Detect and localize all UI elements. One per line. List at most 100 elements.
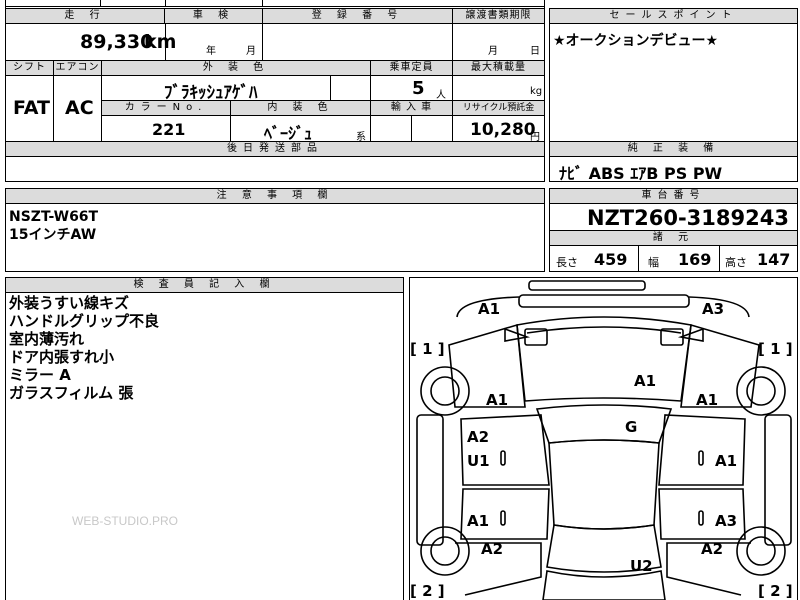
notes-line-1: NSZT-W66T — [9, 209, 99, 225]
right-front-door — [658, 414, 746, 486]
inspection-month-unit: 月 — [246, 46, 256, 57]
sales-point-header: セールスポイント — [549, 8, 798, 24]
inspector-notes-header: 検 査 員 記 入 欄 — [5, 277, 404, 293]
divider — [411, 116, 412, 142]
chassis-header: 車台番号 — [549, 188, 798, 204]
transfer-deadline-header: 譲渡書類期限 — [452, 8, 545, 24]
inspector-note-item: ドア内張すれ小 — [9, 348, 115, 366]
inspector-notes-list: 外装うすい線キズ ハンドルグリップ不良 室内薄汚れ ドア内張すれ小 ミラー A … — [9, 294, 159, 402]
wheel-rear-left-inner — [430, 536, 460, 566]
divider — [452, 24, 453, 60]
right-side-strip — [764, 414, 792, 546]
inspector-note-item: ハンドルグリップ不良 — [9, 312, 160, 330]
later-parts-header: 後日発送部品 — [5, 141, 545, 157]
mileage-value: 89,330 — [80, 31, 154, 53]
inspection-year-unit: 年 — [206, 46, 216, 57]
divider — [638, 246, 639, 272]
diagram-label-front-left-corner: A1 — [478, 300, 501, 318]
top-fragment-line — [5, 6, 545, 7]
diagram-label-front-right-bracket: [ 1 ] — [758, 340, 793, 358]
mileage-unit: km — [144, 31, 177, 53]
divider — [53, 76, 54, 142]
wheel-front-left — [420, 366, 470, 416]
specs-header: 諸 元 — [549, 230, 798, 246]
diagram-label-rear-left-bracket: [ 2 ] — [410, 582, 445, 600]
recycle-header: リサイクル預託金 — [452, 100, 545, 116]
transfer-month-unit: 月 — [488, 46, 498, 57]
diagram-label-rear-right-bracket: [ 2 ] — [758, 582, 793, 600]
inspector-note-item: 外装うすい線キズ — [9, 294, 130, 312]
notes-header: 注 意 事 項 欄 — [5, 188, 545, 204]
diagram-label-windshield: G — [625, 418, 638, 436]
recycle-fee-value: 10,280 — [470, 120, 536, 140]
front-bumper-top — [528, 280, 646, 291]
diagram-label-right-rear-fender: A2 — [701, 540, 724, 558]
sales-point-text: ★オークションデビュー★ — [553, 33, 719, 49]
divider — [330, 76, 331, 100]
divider — [262, 24, 263, 60]
wheel-front-right-inner — [746, 376, 776, 406]
diagram-label-left-rear-door: A1 — [467, 512, 490, 530]
diagram-label-right-rear-door: A3 — [715, 512, 738, 530]
max-load-header: 最大積載量 — [452, 60, 545, 76]
height-value: 147 — [757, 250, 791, 269]
diagram-label-trunk: U2 — [630, 557, 653, 575]
shift-value: FAT — [13, 97, 50, 119]
capacity-header: 乗車定員 — [370, 60, 453, 76]
notes-line-2: 15インチAW — [9, 227, 97, 243]
capacity-unit: 人 — [436, 90, 446, 101]
length-value: 459 — [594, 250, 628, 269]
color-no-value: 221 — [152, 120, 186, 139]
exterior-color-header: 外 装 色 — [101, 60, 371, 76]
roof — [548, 439, 660, 530]
diagram-label-left-front-door-1: A2 — [467, 428, 490, 446]
watermark: WEB-STUDIO.PRO — [72, 514, 179, 528]
diagram-label-left-rear-fender: A2 — [481, 540, 504, 558]
right-rear-door-handle — [698, 510, 704, 526]
inspector-note-item: ミラー A — [9, 366, 71, 384]
length-label: 長さ — [556, 256, 578, 269]
chassis-number: NZT260-3189243 — [587, 206, 789, 230]
standard-equipment-header: 純 正 装 備 — [549, 141, 798, 157]
wheel-rear-right-inner — [746, 536, 776, 566]
windshield — [535, 404, 673, 444]
divider — [370, 76, 371, 100]
capacity-value: 5 — [412, 78, 425, 99]
diagram-label-right-front-door: A1 — [715, 452, 738, 470]
diagram-label-hood: A1 — [634, 372, 657, 390]
wheel-front-left-inner — [430, 376, 460, 406]
width-value: 169 — [678, 250, 712, 269]
trunk — [542, 570, 666, 600]
diagram-label-front-left-bracket: [ 1 ] — [410, 340, 445, 358]
front-bumper — [518, 294, 690, 308]
transfer-day-unit: 日 — [530, 46, 540, 57]
divider — [719, 246, 720, 272]
registration-header: 登 録 番 号 — [262, 8, 453, 24]
left-rear-door-handle — [500, 510, 506, 526]
wheel-rear-right — [736, 526, 786, 576]
notes-list: NSZT-W66T 15インチAW — [9, 208, 98, 244]
aircon-header: エアコン — [53, 60, 102, 76]
aircon-value: AC — [65, 97, 94, 119]
wheel-front-right — [736, 366, 786, 416]
hood-inner — [526, 326, 682, 334]
diagram-label-left-front-door-2: U1 — [467, 452, 490, 470]
wheel-rear-left — [420, 526, 470, 576]
left-side-strip — [416, 414, 444, 546]
diagram-label-right-fender: A1 — [696, 391, 719, 409]
right-door-handle — [698, 450, 704, 466]
left-front-door — [460, 414, 550, 486]
height-label: 高さ — [725, 256, 747, 269]
shift-header: シフト — [5, 60, 54, 76]
inspector-note-item: ガラスフィルム 張 — [9, 384, 134, 402]
diagram-label-left-fender: A1 — [486, 391, 509, 409]
inspector-note-item: 室内薄汚れ — [9, 330, 85, 348]
interior-color-header: 内 装 色 — [230, 100, 371, 116]
inspection-header: 車 検 — [164, 8, 263, 24]
right-mirror — [677, 327, 704, 342]
left-mirror — [504, 327, 531, 342]
divider — [230, 116, 231, 142]
divider — [370, 116, 371, 142]
load-unit: kg — [530, 86, 543, 97]
mileage-header: 走 行 — [5, 8, 165, 24]
